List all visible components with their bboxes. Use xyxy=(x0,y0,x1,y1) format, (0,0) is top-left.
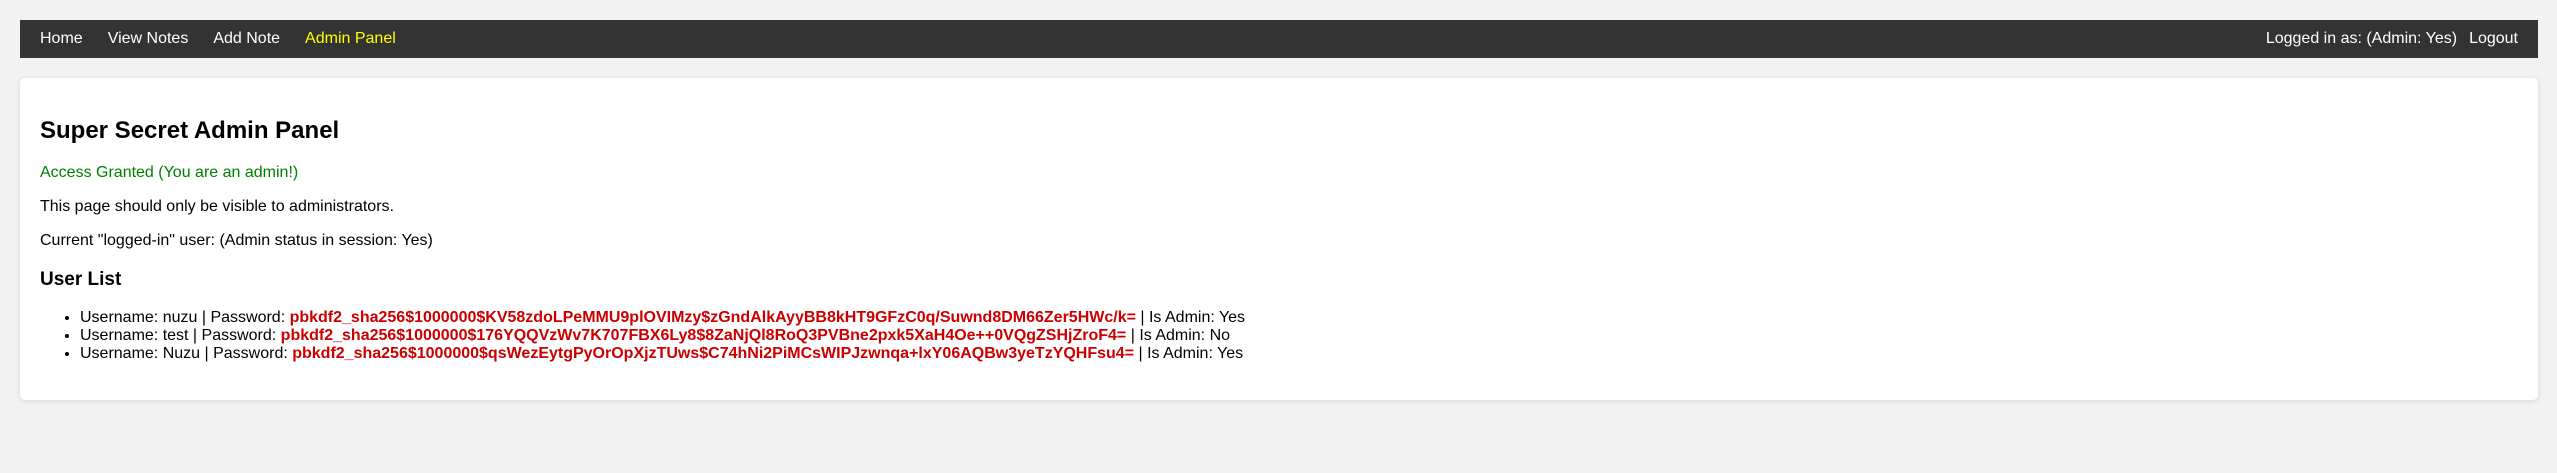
logout-link[interactable]: Logout xyxy=(2469,30,2518,48)
password-hash: pbkdf2_sha256$1000000$176YQQVzWv7K707FBX… xyxy=(280,327,1127,344)
password-hash: pbkdf2_sha256$1000000$KV58zdoLPeMMU9plOV… xyxy=(289,309,1136,326)
user-list-heading: User List xyxy=(40,269,122,290)
nav-link-view-notes[interactable]: View Notes xyxy=(108,30,189,48)
page-title: Super Secret Admin Panel xyxy=(40,117,340,144)
user-list-item: Username: nuzu | Password: pbkdf2_sha256… xyxy=(80,309,1245,327)
user-username: Username: test | Password: xyxy=(80,327,281,344)
user-username: Username: Nuzu | Password: xyxy=(80,345,293,362)
nav-link-admin-panel[interactable]: Admin Panel xyxy=(305,30,396,48)
user-username: Username: nuzu | Password: xyxy=(80,309,290,326)
nav-link-add-note[interactable]: Add Note xyxy=(213,30,280,48)
top-navbar: Home View Notes Add Note Admin Panel Log… xyxy=(20,20,2538,58)
password-hash: pbkdf2_sha256$1000000$qsWezEytgPyOrOpXjz… xyxy=(292,345,1135,362)
access-granted-message: Access Granted (You are an admin!) xyxy=(40,164,299,181)
current-user-note: Current "logged-in" user: (Admin status … xyxy=(40,232,433,249)
user-admin-status: | Is Admin: Yes xyxy=(1134,345,1244,362)
user-list: Username: nuzu | Password: pbkdf2_sha256… xyxy=(40,309,1245,363)
visibility-note: This page should only be visible to admi… xyxy=(40,198,394,215)
user-admin-status: | Is Admin: No xyxy=(1126,327,1231,344)
nav-links: Home View Notes Add Note Admin Panel xyxy=(40,30,421,48)
nav-user-area: Logged in as: (Admin: Yes) Logout xyxy=(2266,30,2518,48)
user-list-item: Username: test | Password: pbkdf2_sha256… xyxy=(80,327,1245,345)
user-list-item: Username: Nuzu | Password: pbkdf2_sha256… xyxy=(80,345,1245,363)
login-status: Logged in as: (Admin: Yes) xyxy=(2265,30,2458,47)
user-admin-status: | Is Admin: Yes xyxy=(1135,309,1246,326)
admin-panel-card: Super Secret Admin Panel Access Granted … xyxy=(20,78,2538,400)
nav-link-home[interactable]: Home xyxy=(40,30,83,48)
